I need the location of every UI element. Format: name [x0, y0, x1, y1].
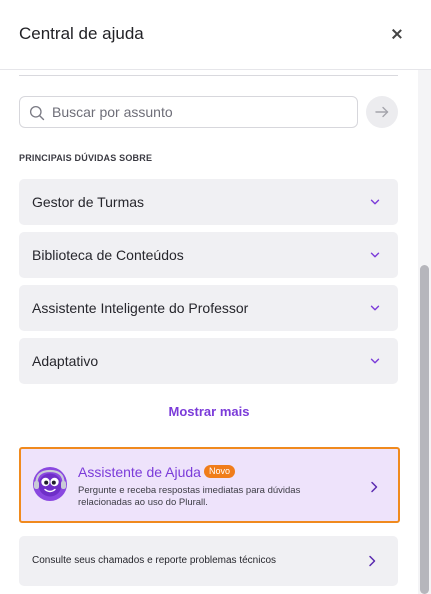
faq-item-assistente-inteligente[interactable]: Assistente Inteligente do Professor — [19, 285, 398, 331]
scrollbar[interactable] — [418, 70, 431, 594]
search-input[interactable] — [52, 97, 352, 127]
show-more-link[interactable]: Mostrar mais — [0, 404, 418, 419]
faq-item-gestor-de-turmas[interactable]: Gestor de Turmas — [19, 179, 398, 225]
scrollbar-thumb[interactable] — [420, 265, 429, 594]
divider — [19, 75, 398, 76]
chevron-down-icon — [370, 358, 380, 364]
tickets-label: Consulte seus chamados e reporte problem… — [32, 555, 277, 566]
chevron-down-icon — [370, 252, 380, 258]
search-icon — [29, 105, 45, 121]
assistant-title: Assistente de Ajuda — [78, 464, 201, 480]
chevron-right-icon — [369, 555, 376, 567]
arrow-right-icon — [375, 106, 389, 118]
faq-item-label: Gestor de Turmas — [32, 194, 145, 210]
chevron-down-icon — [370, 199, 380, 205]
panel-title: Central de ajuda — [19, 24, 144, 43]
faq-item-label: Biblioteca de Conteúdos — [32, 247, 184, 263]
panel-header: Central de ajuda — [0, 0, 431, 70]
section-label: PRINCIPAIS DÚVIDAS SOBRE — [19, 153, 153, 163]
chevron-right-icon — [371, 481, 378, 493]
faq-item-biblioteca-de-conteudos[interactable]: Biblioteca de Conteúdos — [19, 232, 398, 278]
search-box — [19, 96, 358, 128]
faq-item-label: Adaptativo — [32, 353, 99, 369]
assistant-description: Pergunte e receba respostas imediatas pa… — [78, 485, 301, 508]
assistant-avatar — [33, 467, 67, 501]
faq-item-adaptativo[interactable]: Adaptativo — [19, 338, 398, 384]
tickets-card[interactable]: Consulte seus chamados e reporte problem… — [19, 536, 398, 586]
search-submit-button[interactable] — [366, 96, 398, 128]
panel-content: PRINCIPAIS DÚVIDAS SOBRE Gestor de Turma… — [0, 70, 418, 594]
new-badge: Novo — [204, 465, 236, 478]
assistant-card[interactable]: Assistente de Ajuda Novo Pergunte e rece… — [19, 447, 400, 523]
close-icon[interactable] — [389, 26, 405, 42]
faq-item-label: Assistente Inteligente do Professor — [32, 300, 249, 316]
chevron-down-icon — [370, 305, 380, 311]
